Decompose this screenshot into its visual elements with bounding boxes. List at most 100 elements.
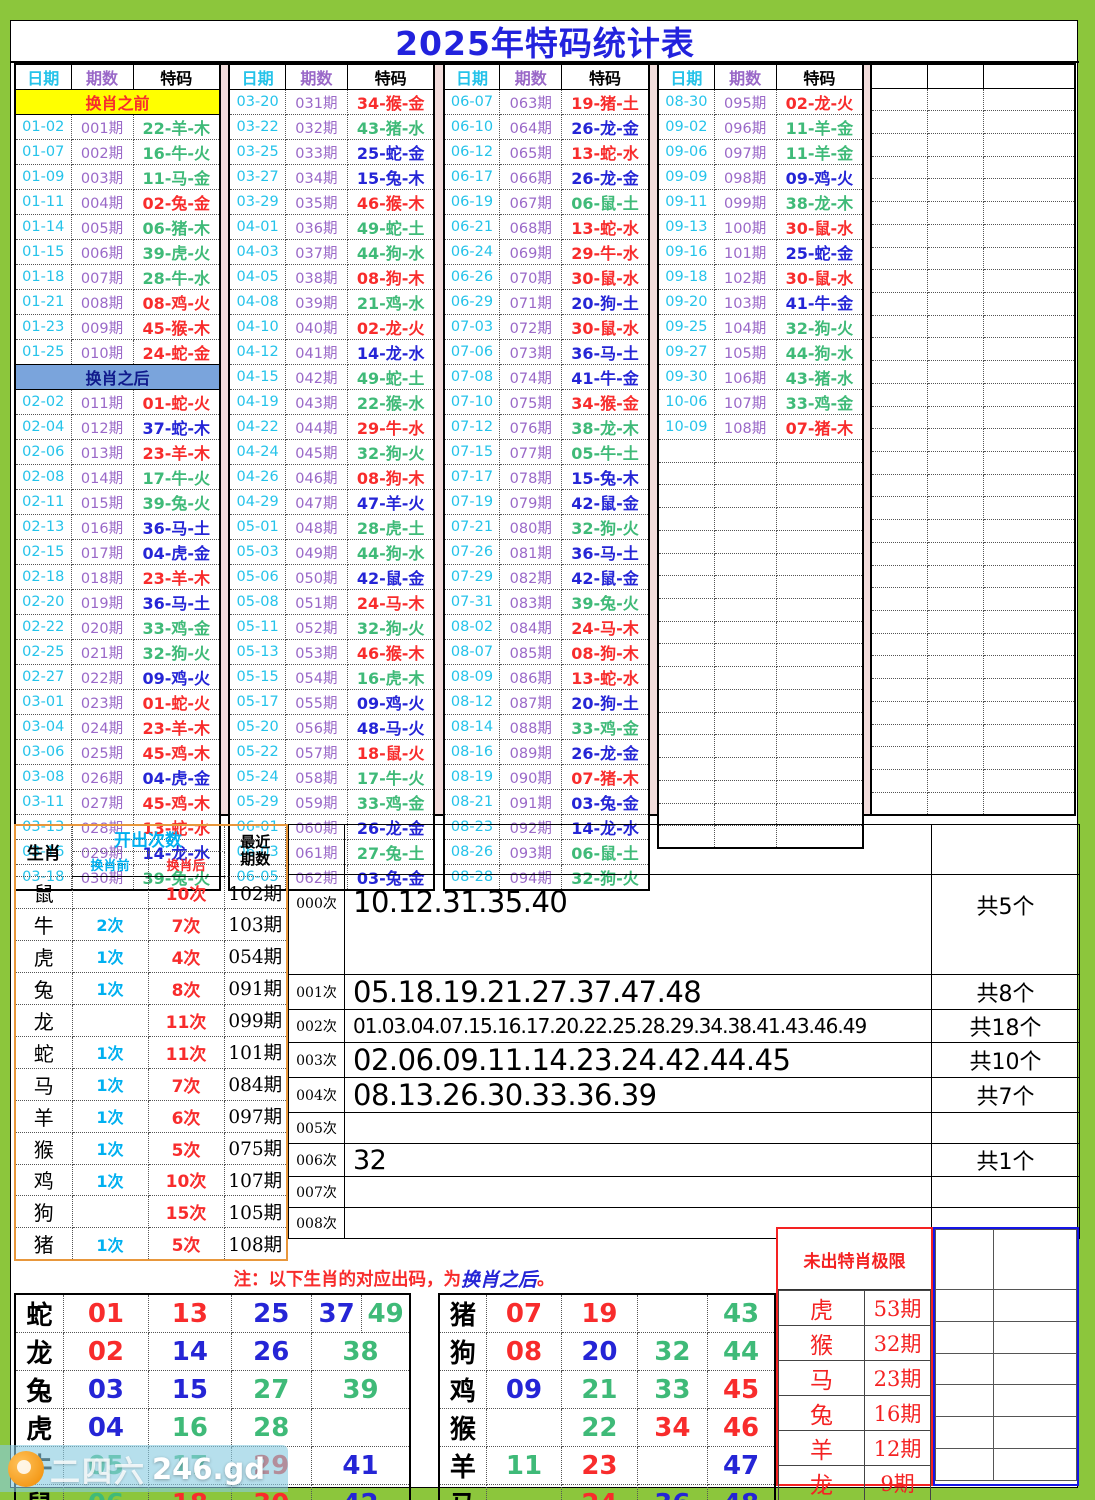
draw-row: 05-11 052期 32-狗-火 [228,614,435,640]
frequency-spacer-row [288,824,1080,875]
period-cell: 040期 [284,314,348,340]
date-cell: 01-11 [14,189,72,215]
code-cell: 09-鸡-火 [346,689,435,715]
frequency-numbers-cell: 10.12.31.35.40 [344,874,932,975]
date-cell: 09-11 [657,189,715,215]
empty-cell [870,110,928,134]
draw-row [657,575,864,600]
period-cell: 005期 [70,214,134,240]
draw-row: 02-04 012期 37-蛇-木 [14,414,221,440]
period-cell: 071期 [499,289,563,315]
empty-row [870,291,1076,316]
empty-cell [870,451,928,475]
empty-cell [982,678,1076,702]
zodiac-number-cell: 45 [707,1370,776,1409]
zodiac-number-cell: 47 [707,1446,776,1485]
draw-row: 08-12 087期 20-狗-土 [443,689,650,715]
stats-zodiac-cell: 狗 [14,1195,73,1229]
zodiac-number-cell: 20 [561,1332,638,1371]
draw-row: 04-22 044期 29-牛-水 [228,414,435,440]
draw-row: 09-11 099期 38-龙-木 [657,189,864,215]
code-cell: 49-蛇-土 [346,214,435,240]
code-cell: 28-虎-土 [346,514,435,540]
code-cell: 24-马-木 [346,589,435,615]
zodiac-number-cell: 16 [148,1408,232,1447]
date-cell: 05-22 [228,739,286,765]
stats-zodiac-cell: 鸡 [14,1163,73,1197]
date-cell [657,666,715,690]
draw-row: 07-06 073期 36-马-土 [443,339,650,365]
period-cell: 046期 [284,464,348,490]
zodiac-name-cell: 狗 [438,1332,487,1371]
limit-row: 羊 12期 [778,1430,931,1466]
empty-blue-box [933,1227,1079,1486]
code-cell: 09-鸡-火 [132,664,221,690]
zodiac-number-cell: 41 [310,1446,411,1485]
code-cell: 22-羊-木 [132,114,221,140]
zodiac-name-cell: 羊 [438,1446,487,1485]
date-cell: 04-10 [228,314,286,340]
period-cell: 081期 [499,539,563,565]
period-cell: 003期 [70,164,134,190]
frequency-numbers-cell [344,1176,932,1208]
draw-row: 02-11 015期 39-兔-火 [14,489,221,515]
date-cell: 02-27 [14,664,72,690]
frequency-numbers-cell [344,1112,932,1144]
blue-grid-row [935,1384,1077,1418]
empty-row [870,337,1076,362]
empty-cell [870,564,928,589]
stats-recent-cell: 102期 [223,876,288,910]
stats-row: 羊 1次 6次 097期 [14,1099,288,1133]
stats-row: 马 1次 7次 084期 [14,1067,288,1101]
draw-row: 01-09 003期 11-马-金 [14,164,221,190]
empty-cell [926,110,984,134]
frequency-row: 007次 [288,1176,1080,1208]
stats-before-cell: 1次 [71,1131,149,1165]
column-header-period: 期数 [284,63,348,90]
empty-cell [982,155,1076,180]
code-cell: 36-马-土 [561,339,650,365]
period-cell: 108期 [713,414,777,440]
period-cell [713,757,777,781]
draw-row [657,552,864,577]
empty-cell [870,314,928,339]
date-cell: 01-02 [14,114,72,140]
period-cell: 103期 [713,289,777,315]
code-cell: 24-马-木 [561,614,650,640]
empty-cell [926,678,984,702]
stats-before-cell: 1次 [71,939,149,973]
empty-row [870,428,1076,452]
period-cell: 048期 [284,514,348,540]
draw-row [657,529,864,554]
draw-row: 06-26 070期 30-鼠-水 [443,264,650,290]
date-cell: 03-22 [228,114,286,140]
stats-row: 鸡 1次 10次 107期 [14,1163,288,1197]
stats-before-cell: 1次 [71,1035,149,1069]
code-cell: 13-蛇-水 [561,139,650,165]
draw-row [657,461,864,486]
period-cell: 082期 [499,564,563,590]
zodiac-stats-table: 生肖 开出次数 最近 期数 换肖前 换肖后 鼠 10次 102期牛 2次 7次 103期虎… [14,824,288,1261]
code-cell: 39-兔-火 [561,589,650,615]
date-cell: 05-24 [228,764,286,790]
empty-cell [982,360,1076,384]
code-cell: 25-蛇-金 [346,139,435,165]
draw-row: 06-10 064期 26-龙-金 [443,114,650,140]
empty-cell [870,291,928,316]
draw-row: 07-10 075期 34-猴-金 [443,389,650,415]
code-cell: 19-猪-土 [561,89,650,115]
band-after: 换肖之后 [14,364,221,390]
draw-group-table: 日期 期数 特码 08-30 095期 02-龙-火 09-02 096期 11-羊-金 09-0… [657,63,865,850]
code-cell: 23-羊-木 [132,564,221,590]
code-cell: 09-鸡-火 [775,164,864,190]
stats-recent-cell: 099期 [223,1003,288,1037]
draw-row: 08-14 088期 33-鸡-金 [443,714,650,740]
period-cell [713,711,777,736]
draw-row: 07-29 082期 42-鼠-金 [443,564,650,590]
period-cell: 078期 [499,464,563,490]
zodiac-number-cell: 09 [485,1370,563,1409]
band-before: 换肖之前 [14,89,221,115]
empty-columns-table [870,63,1077,816]
draw-row: 09-30 106期 43-猪-水 [657,364,864,390]
frequency-label-cell: 002次 [288,1009,345,1043]
